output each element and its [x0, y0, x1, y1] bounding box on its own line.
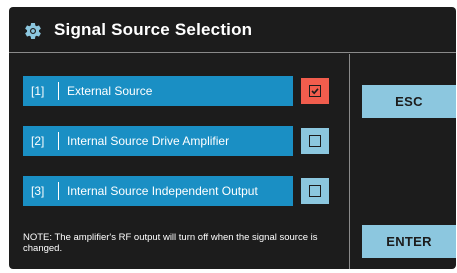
option-number: [2]	[31, 134, 45, 148]
checkbox-internal-source-drive-amplifier[interactable]	[301, 128, 329, 154]
option-internal-source-drive-amplifier[interactable]: [2] Internal Source Drive Amplifier	[23, 126, 293, 156]
option-internal-source-independent-output[interactable]: [3] Internal Source Independent Output	[23, 176, 293, 206]
note-text: NOTE: The amplifier's RF output will tur…	[23, 232, 318, 254]
dialog-title: Signal Source Selection	[54, 20, 253, 39]
enter-button[interactable]: ENTER	[362, 225, 456, 258]
checkbox-internal-source-independent-output[interactable]	[301, 178, 329, 204]
option-external-source[interactable]: [1] External Source	[23, 76, 293, 106]
gear-icon	[25, 22, 41, 39]
title-bar: Signal Source Selection	[9, 7, 456, 53]
check-icon	[311, 88, 319, 95]
signal-source-dialog: Signal Source Selection [1] External Sou…	[9, 7, 456, 269]
esc-button[interactable]: ESC	[362, 85, 456, 118]
checkbox-box	[309, 185, 321, 197]
option-label: Internal Source Drive Amplifier	[67, 134, 230, 148]
checkbox-external-source[interactable]	[301, 78, 329, 104]
option-separator	[58, 82, 59, 100]
option-number: [1]	[31, 84, 45, 98]
vertical-divider	[349, 54, 350, 269]
checkbox-box	[309, 135, 321, 147]
option-separator	[58, 132, 59, 150]
option-label: Internal Source Independent Output	[67, 184, 258, 198]
option-number: [3]	[31, 184, 45, 198]
option-label: External Source	[67, 84, 153, 98]
option-separator	[58, 182, 59, 200]
